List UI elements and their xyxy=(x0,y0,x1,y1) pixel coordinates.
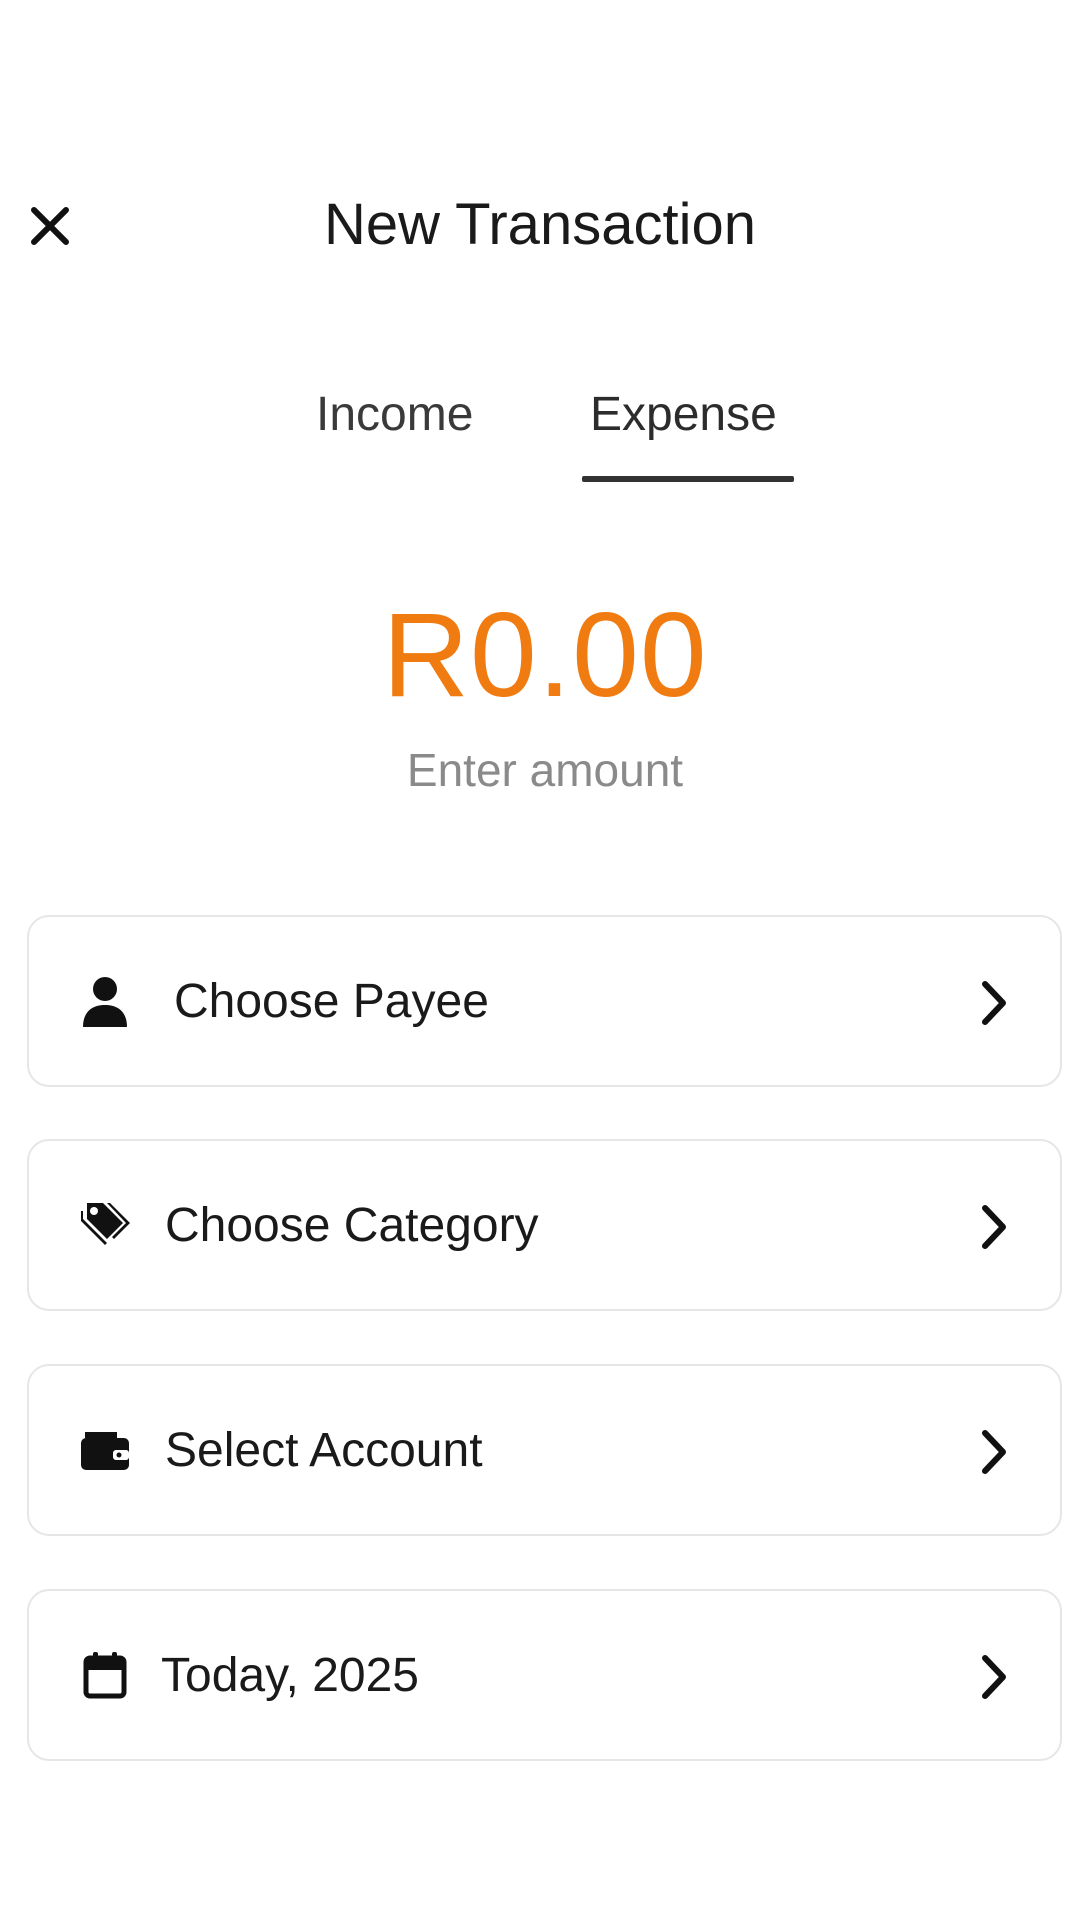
chevron-right-icon xyxy=(972,1199,1016,1255)
account-label: Select Account xyxy=(165,1424,483,1477)
choose-category-button[interactable]: Choose Category xyxy=(27,1139,1062,1311)
select-account-button[interactable]: Select Account xyxy=(27,1364,1062,1536)
chevron-right-icon xyxy=(972,1649,1016,1705)
chevron-right-icon xyxy=(972,975,1016,1031)
wallet-icon xyxy=(77,1422,133,1478)
date-label: Today, 2025 xyxy=(161,1649,419,1702)
choose-payee-button[interactable]: Choose Payee xyxy=(27,915,1062,1087)
active-tab-indicator xyxy=(582,476,794,482)
tab-income[interactable]: Income xyxy=(316,380,473,450)
person-icon xyxy=(77,973,133,1029)
tab-expense[interactable]: Expense xyxy=(590,380,777,450)
chevron-right-icon xyxy=(972,1424,1016,1480)
category-label: Choose Category xyxy=(165,1199,539,1252)
header: New Transaction xyxy=(0,190,1080,260)
date-picker-button[interactable]: Today, 2025 xyxy=(27,1589,1062,1761)
transaction-type-tabs: Income Expense xyxy=(0,380,1080,490)
page-title: New Transaction xyxy=(324,192,756,257)
amount-display[interactable]: R0.00 xyxy=(0,590,1080,720)
calendar-icon xyxy=(77,1647,133,1703)
amount-hint: Enter amount xyxy=(406,744,684,796)
tags-icon xyxy=(77,1197,133,1253)
payee-label: Choose Payee xyxy=(174,975,489,1028)
